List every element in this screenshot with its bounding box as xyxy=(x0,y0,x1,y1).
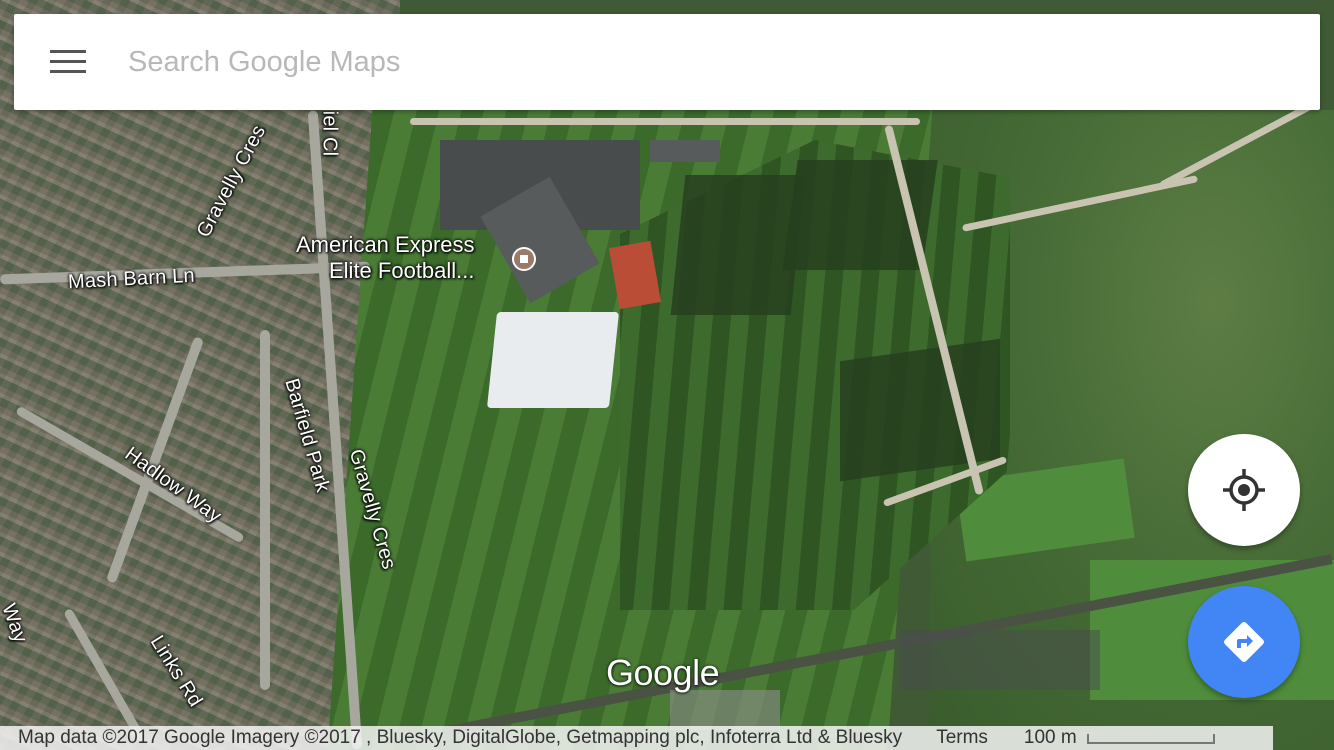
directions-turn-arrow-icon xyxy=(1224,622,1264,662)
houses xyxy=(670,690,780,730)
map-attribution: Map data ©2017 Google Imagery ©2017 , Bl… xyxy=(18,727,903,748)
poi-label-line2: Elite Football... xyxy=(329,258,475,283)
poi-label-line1: American Express xyxy=(296,232,475,257)
hamburger-menu-icon[interactable] xyxy=(50,50,86,74)
terms-link[interactable]: Terms xyxy=(936,727,988,749)
search-input[interactable] xyxy=(126,44,1230,80)
scale-bar xyxy=(1086,734,1215,744)
directions-button[interactable] xyxy=(1188,586,1300,698)
indoor-dome xyxy=(486,312,620,408)
scale-label: 100 m xyxy=(1023,727,1077,748)
map-footer: Map data ©2017 Google Imagery ©2017 , Bl… xyxy=(0,726,1273,750)
houses xyxy=(900,630,1100,690)
satellite-map[interactable]: American Express Elite Football... Mash … xyxy=(0,0,1334,750)
search-bar xyxy=(14,14,1320,110)
crosshair-location-icon xyxy=(1223,469,1265,511)
dark-pitch xyxy=(840,338,1000,482)
poi-label[interactable]: American Express Elite Football... xyxy=(296,232,475,284)
farm-track xyxy=(410,118,920,125)
my-location-button[interactable] xyxy=(1188,434,1300,546)
building xyxy=(650,140,720,162)
poi-marker-icon[interactable] xyxy=(512,247,536,271)
road xyxy=(260,330,270,690)
google-logo: Google xyxy=(606,652,720,693)
street-label-daniel-cl: iel Cl xyxy=(318,110,341,157)
